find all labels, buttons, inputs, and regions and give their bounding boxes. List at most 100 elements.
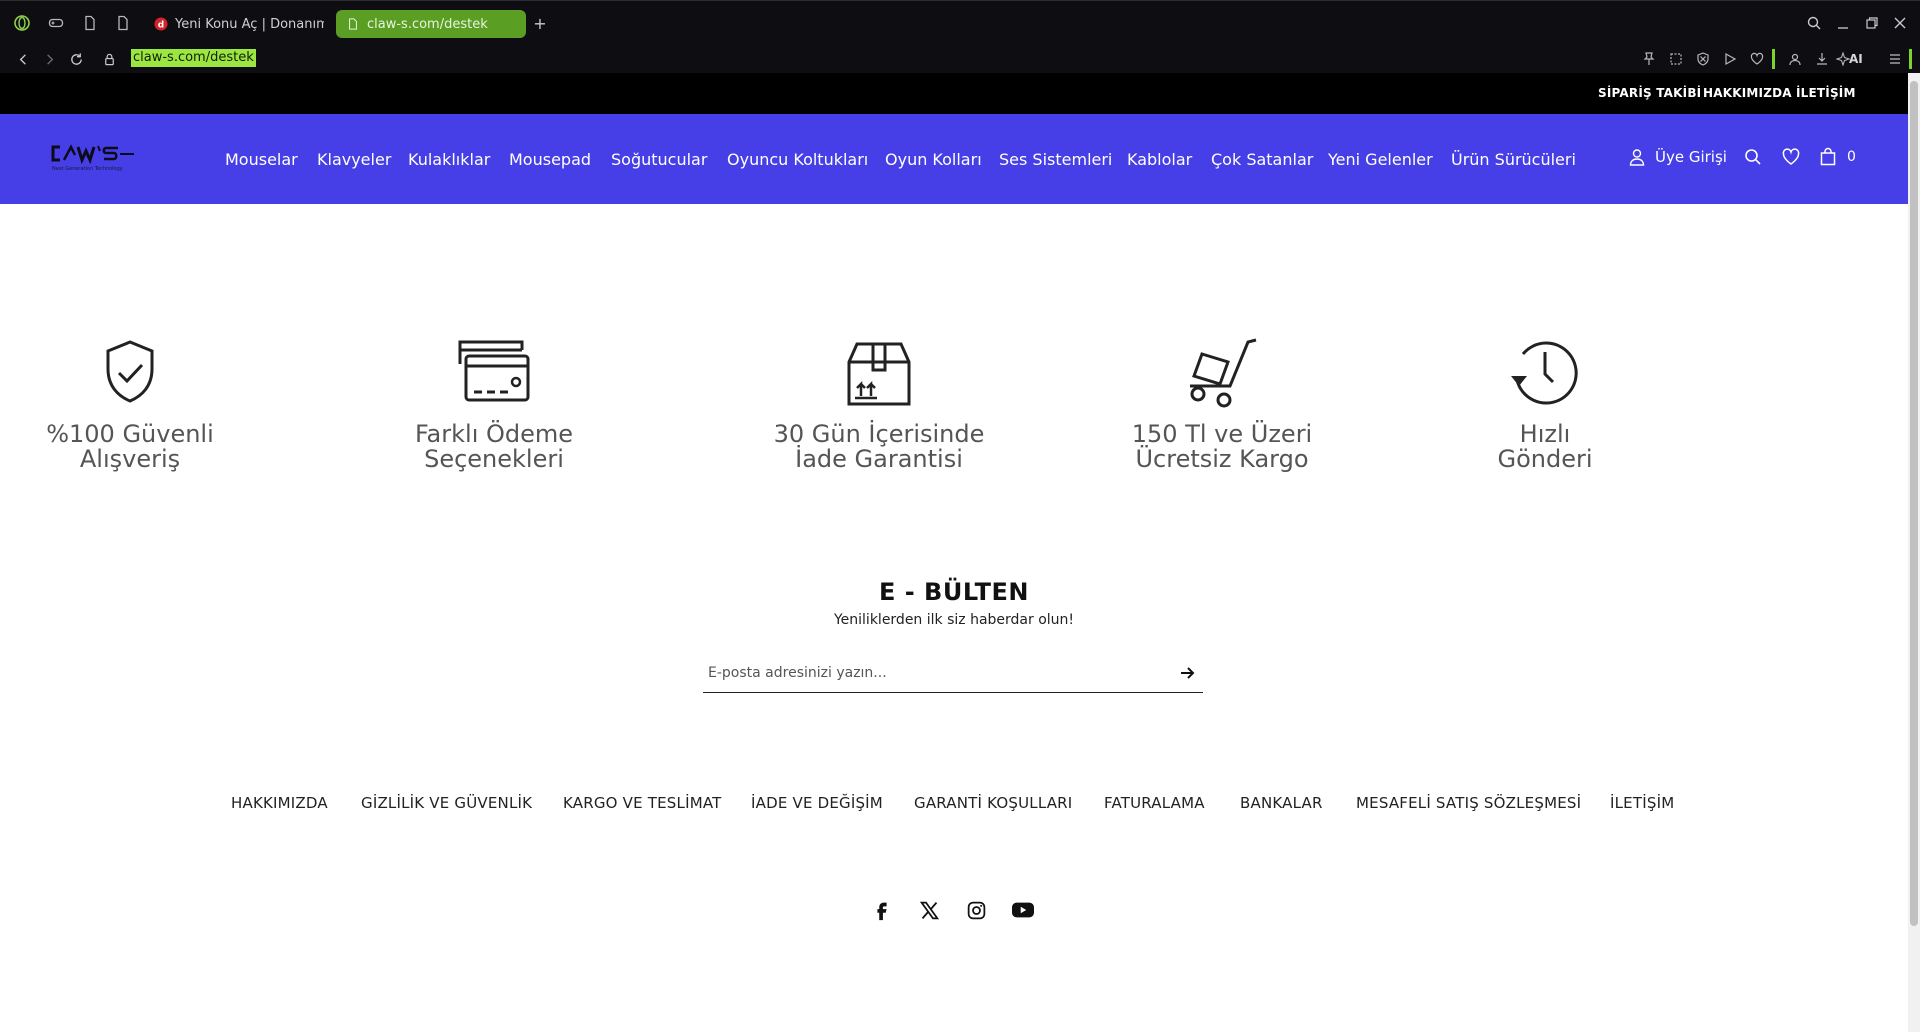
tab-destek[interactable]: claw-s.com/destek bbox=[336, 10, 526, 38]
shield-check-icon bbox=[92, 336, 168, 412]
close-window-icon[interactable] bbox=[1890, 13, 1910, 33]
wishlist-heart-icon[interactable] bbox=[1781, 147, 1801, 167]
about-link[interactable]: HAKKIMIZDA bbox=[1703, 86, 1792, 100]
nav-kablolar[interactable]: Kablolar bbox=[1127, 150, 1192, 169]
feature-payment-options: Farklı Ödeme Seçenekleri bbox=[344, 336, 644, 472]
email-input[interactable] bbox=[708, 655, 1148, 691]
feature-return-guarantee: 30 Gün İçerisinde İade Garantisi bbox=[729, 336, 1029, 472]
feature-line2: Alışveriş bbox=[79, 445, 181, 473]
nav-klavyeler[interactable]: Klavyeler bbox=[317, 150, 391, 169]
nav-mousepad[interactable]: Mousepad bbox=[509, 150, 591, 169]
back-icon[interactable] bbox=[13, 49, 33, 69]
download-icon[interactable] bbox=[1813, 50, 1831, 68]
cart-button[interactable]: 0 bbox=[1818, 147, 1856, 167]
feature-line1: Hızlı bbox=[1519, 420, 1571, 448]
feature-line1: 30 Gün İçerisinde bbox=[773, 420, 985, 448]
lock-icon[interactable] bbox=[99, 49, 119, 69]
feature-secure-shopping: %100 Güvenli Alışveriş bbox=[0, 336, 280, 472]
shopping-bag-icon bbox=[1820, 147, 1836, 166]
page-favicon-icon bbox=[346, 17, 360, 31]
svg-text:d: d bbox=[158, 21, 164, 31]
tab-title: claw-s.com/destek bbox=[367, 16, 488, 32]
newsletter-subtitle: Yeniliklerden ilk siz haberdar olun! bbox=[833, 612, 1075, 628]
restore-icon[interactable] bbox=[1862, 13, 1882, 33]
tab-forum[interactable]: d Yeni Konu Aç | Donanım Arşivi Forum bbox=[144, 10, 324, 38]
arrow-right-icon[interactable] bbox=[1179, 664, 1197, 682]
browser-chrome: d Yeni Konu Aç | Donanım Arşivi Forum cl… bbox=[0, 0, 1920, 73]
heart-icon[interactable] bbox=[1748, 50, 1766, 68]
cart-count: 0 bbox=[1847, 149, 1856, 165]
credit-card-icon bbox=[456, 336, 532, 412]
nav-sogutucular[interactable]: Soğutucular bbox=[611, 150, 707, 169]
search-tabs-icon[interactable] bbox=[1804, 13, 1824, 33]
snapshot-icon[interactable] bbox=[1667, 50, 1685, 68]
youtube-icon[interactable] bbox=[1010, 897, 1036, 923]
extension-indicator bbox=[1772, 49, 1775, 69]
page-icon[interactable] bbox=[80, 13, 100, 33]
return-box-icon bbox=[841, 336, 917, 412]
profile-icon[interactable] bbox=[1786, 50, 1804, 68]
newsletter-form bbox=[703, 655, 1203, 693]
pin-icon[interactable] bbox=[1640, 50, 1658, 68]
feature-line1: %100 Güvenli bbox=[46, 420, 214, 448]
feature-line2: Gönderi bbox=[1497, 445, 1593, 473]
page-icon[interactable] bbox=[113, 13, 133, 33]
footer-returns-link[interactable]: İADE VE DEĞİŞİM bbox=[751, 794, 883, 812]
main-navigation: Next Generation Technology Mouselar Klav… bbox=[0, 114, 1908, 204]
new-tab-button[interactable]: + bbox=[530, 14, 550, 34]
feature-line2: İade Garantisi bbox=[795, 445, 963, 473]
site-logo[interactable]: Next Generation Technology bbox=[50, 144, 140, 176]
footer-contact-link[interactable]: İLETİŞİM bbox=[1610, 794, 1674, 812]
tab-bar: d Yeni Konu Aç | Donanım Arşivi Forum cl… bbox=[0, 1, 1920, 43]
nav-cok-satanlar[interactable]: Çok Satanlar bbox=[1211, 150, 1313, 169]
facebook-icon[interactable] bbox=[869, 897, 895, 923]
newsletter-title: E - BÜLTEN bbox=[878, 578, 1030, 606]
nav-oyun-kollari[interactable]: Oyun Kolları bbox=[885, 150, 982, 169]
nav-kulakliklar[interactable]: Kulaklıklar bbox=[408, 150, 490, 169]
clock-icon bbox=[1507, 336, 1583, 412]
feature-line2: Seçenekleri bbox=[424, 445, 564, 473]
minimize-icon[interactable] bbox=[1833, 13, 1853, 33]
scrollbar-thumb[interactable] bbox=[1910, 81, 1918, 926]
forward-icon[interactable] bbox=[39, 49, 59, 69]
ai-button-label[interactable]: AI bbox=[1849, 49, 1863, 69]
nav-yeni-gelenler[interactable]: Yeni Gelenler bbox=[1328, 150, 1433, 169]
opera-logo-icon[interactable] bbox=[12, 13, 32, 33]
reload-icon[interactable] bbox=[66, 49, 86, 69]
url-field[interactable]: claw-s.com/destek bbox=[131, 49, 256, 67]
nav-oyuncu-koltuklari[interactable]: Oyuncu Koltukları bbox=[727, 150, 868, 169]
login-button[interactable]: Üye Girişi bbox=[1627, 147, 1727, 167]
page-scrollbar[interactable] bbox=[1908, 73, 1920, 1032]
play-icon[interactable] bbox=[1721, 50, 1739, 68]
order-tracking-link[interactable]: SİPARİŞ TAKİBİ bbox=[1598, 86, 1701, 100]
footer-privacy-link[interactable]: GİZLİLİK VE GÜVENLİK bbox=[361, 794, 532, 812]
footer-shipping-link[interactable]: KARGO VE TESLİMAT bbox=[563, 794, 722, 812]
search-icon[interactable] bbox=[1743, 147, 1763, 167]
tab-title: Yeni Konu Aç | Donanım Arşivi Forum bbox=[175, 16, 324, 32]
x-icon[interactable] bbox=[916, 897, 942, 923]
footer-warranty-link[interactable]: GARANTİ KOŞULLARI bbox=[914, 794, 1072, 812]
feature-free-shipping: 150 Tl ve Üzeri Ücretsiz Kargo bbox=[1072, 336, 1372, 472]
adblock-icon[interactable] bbox=[1694, 50, 1712, 68]
footer-banks-link[interactable]: BANKALAR bbox=[1240, 794, 1323, 812]
footer-distance-sales-link[interactable]: MESAFELİ SATIŞ SÖZLEŞMESİ bbox=[1356, 794, 1581, 812]
logo-tagline: Next Generation Technology bbox=[52, 166, 123, 172]
nav-urun-suruculeri[interactable]: Ürün Sürücüleri bbox=[1451, 150, 1576, 169]
utility-bar: SİPARİŞ TAKİBİ HAKKIMIZDA İLETİŞİM bbox=[0, 73, 1908, 114]
sidebar-indicator bbox=[1909, 49, 1912, 69]
footer-billing-link[interactable]: FATURALAMA bbox=[1104, 794, 1205, 812]
feature-line1: Farklı Ödeme bbox=[414, 420, 574, 448]
feature-line2: Ücretsiz Kargo bbox=[1135, 445, 1309, 473]
forum-favicon-icon: d bbox=[154, 17, 168, 31]
nav-mouselar[interactable]: Mouselar bbox=[225, 150, 298, 169]
hand-truck-icon bbox=[1184, 336, 1260, 412]
footer-about-link[interactable]: HAKKIMIZDA bbox=[231, 794, 328, 812]
feature-line1: 150 Tl ve Üzeri bbox=[1131, 420, 1313, 448]
instagram-icon[interactable] bbox=[963, 897, 989, 923]
menu-icon[interactable] bbox=[1886, 50, 1904, 68]
address-bar: claw-s.com/destek AI bbox=[0, 43, 1920, 74]
nav-ses-sistemleri[interactable]: Ses Sistemleri bbox=[999, 150, 1112, 169]
contact-link[interactable]: İLETİŞİM bbox=[1796, 86, 1856, 100]
gamepad-icon[interactable] bbox=[46, 13, 66, 33]
feature-fast-delivery: Hızlı Gönderi bbox=[1395, 336, 1695, 472]
